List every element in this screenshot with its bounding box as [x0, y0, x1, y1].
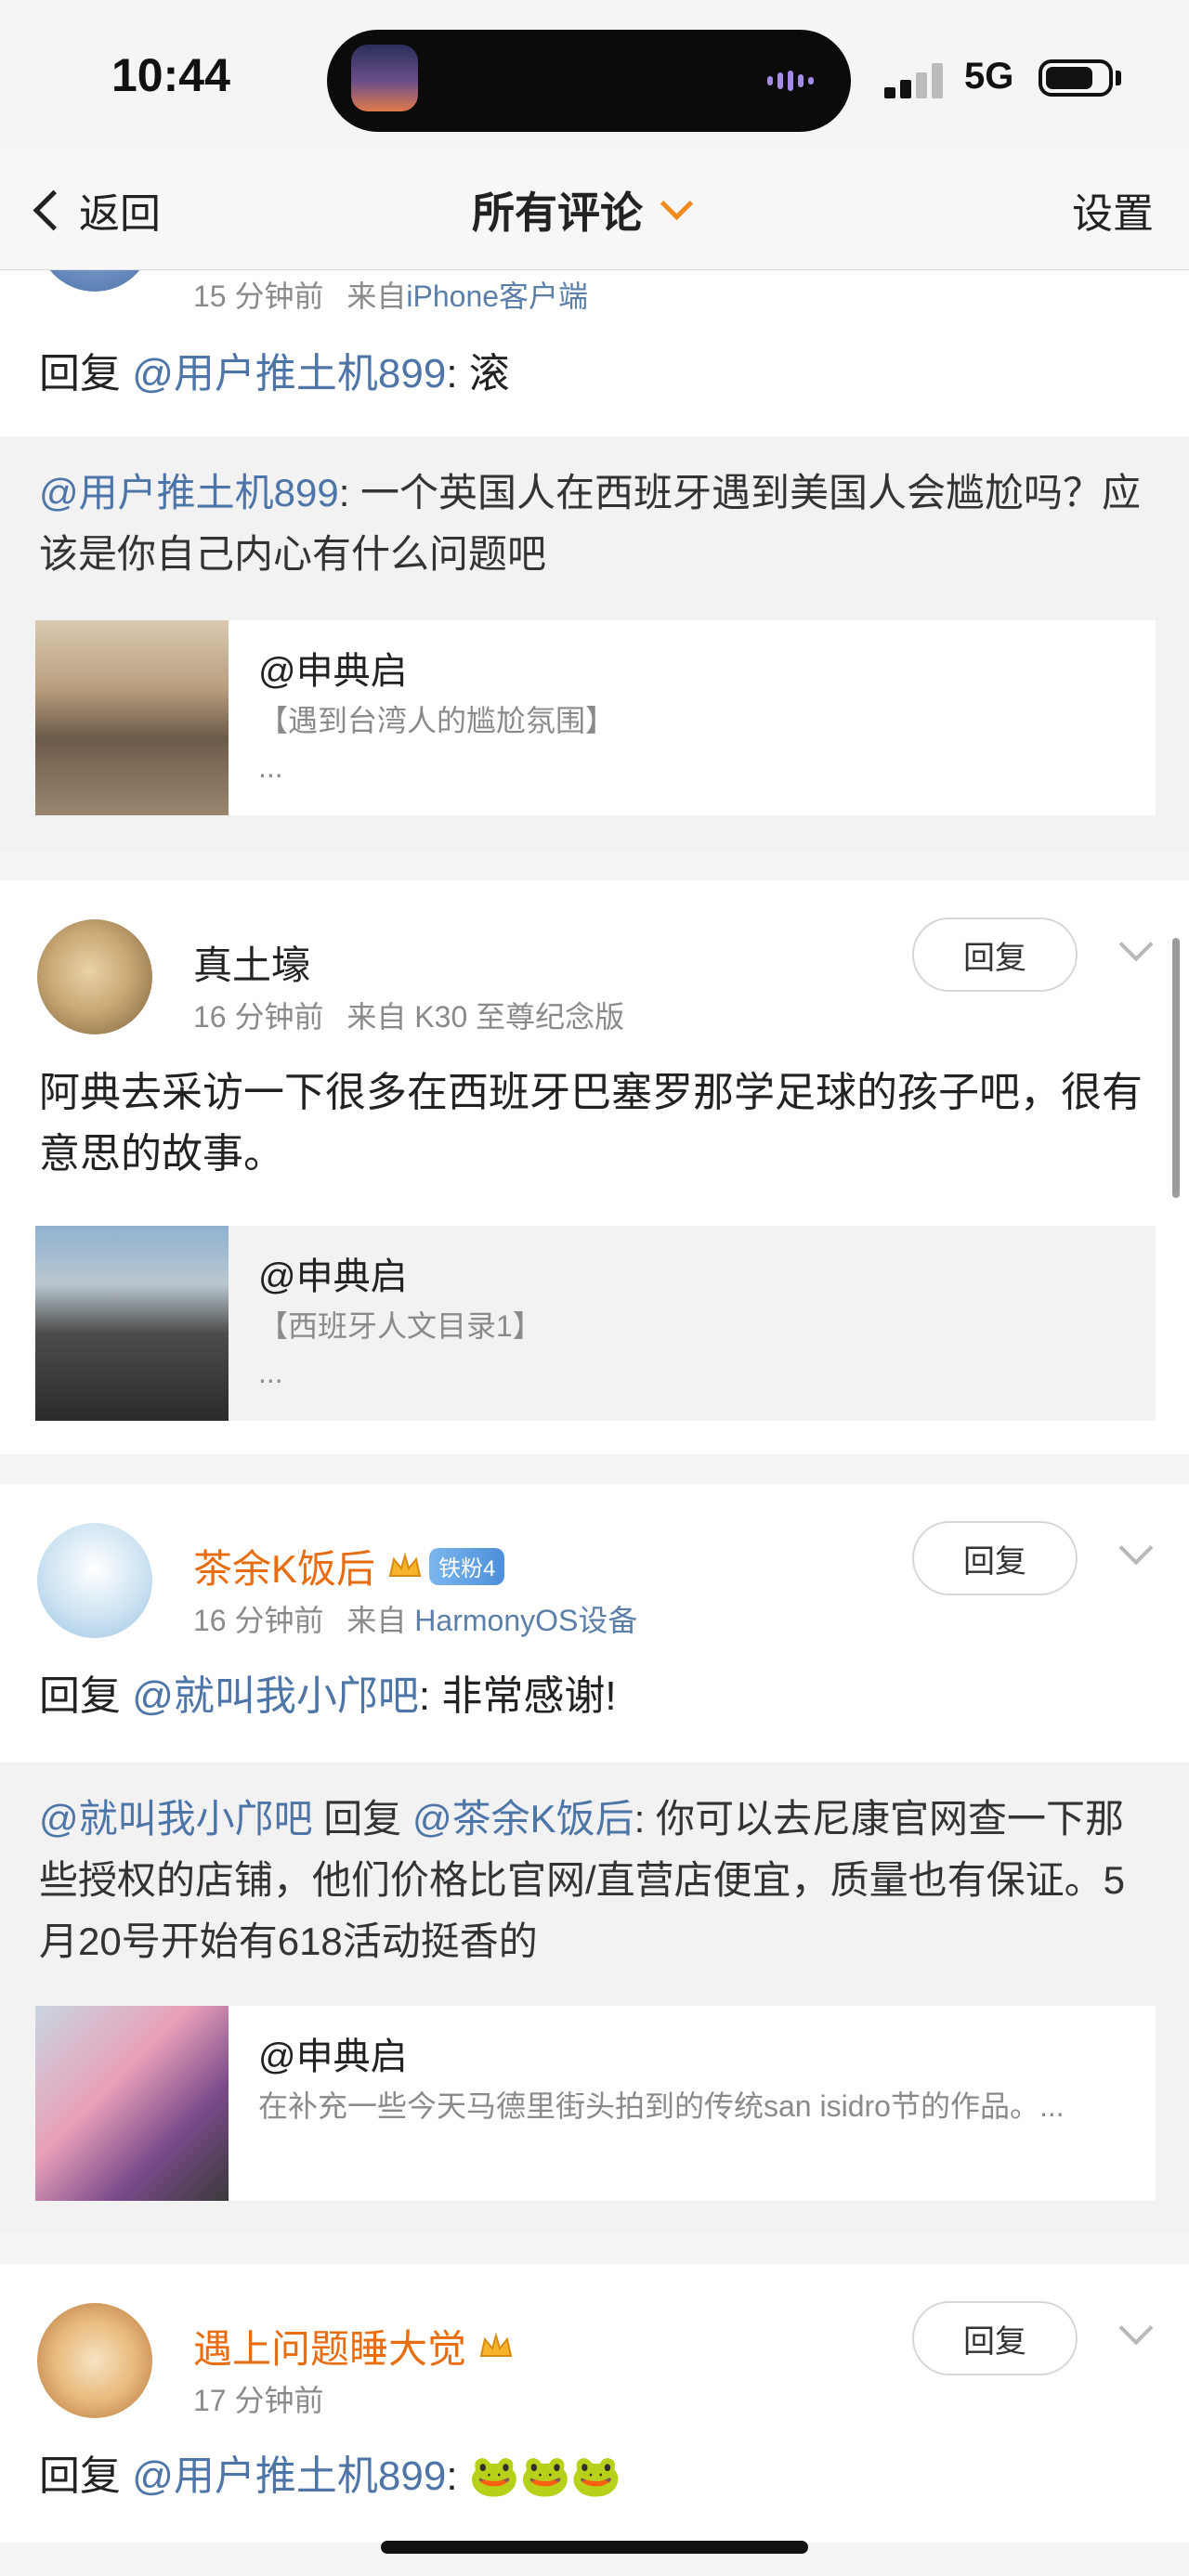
- comment-text: 阿典去采访一下很多在西班牙巴塞罗那学足球的孩子吧，很有意思的故事。: [39, 1070, 1143, 1177]
- comment-time: 16 分钟前: [193, 1000, 324, 1034]
- crown-icon: [388, 1551, 422, 1577]
- source-prefix: 来自: [346, 280, 407, 313]
- comment-meta: 16 分钟前 来自 K30 至尊纪念版: [193, 994, 624, 1036]
- back-button[interactable]: 返回: [30, 182, 161, 238]
- source-prefix: 来自: [346, 1000, 407, 1034]
- link-card-desc: 在补充一些今天马德里街头拍到的传统san isidro节的作品。...: [258, 2089, 1065, 2123]
- comment-time: 17 分钟前: [193, 2384, 324, 2417]
- comment-filter-dropdown[interactable]: 所有评论: [472, 182, 694, 238]
- scrollbar[interactable]: [1172, 938, 1180, 1198]
- comment-meta: 16 分钟前 来自 HarmonyOS设备: [193, 1597, 637, 1640]
- crown-icon: [479, 2331, 513, 2357]
- avatar[interactable]: [37, 1523, 152, 1638]
- link-card-thumbnail: [35, 620, 229, 815]
- link-card-author: @申典启: [258, 651, 408, 692]
- back-label: 返回: [79, 191, 161, 237]
- quoted-text: @用户推土机899: 一个英国人在西班牙遇到美国人会尴尬吗？应该是你自己内心有什…: [39, 462, 1154, 585]
- avatar[interactable]: [37, 919, 152, 1034]
- audio-wave-icon: [767, 71, 823, 91]
- network-type: 5G: [964, 56, 1014, 97]
- page-title: 所有评论: [472, 189, 643, 237]
- link-card[interactable]: @申典启 【遇到台湾人的尴尬氛围】 ...: [35, 620, 1156, 815]
- comment-source: HarmonyOS设备: [414, 1604, 638, 1637]
- comment-card: 茶余K饭后 铁粉4 16 分钟前 来自 HarmonyOS设备 回复 回复 @就…: [0, 1484, 1189, 1763]
- chevron-down-icon[interactable]: [1118, 1530, 1154, 1566]
- link-card-thumbnail: [35, 2006, 229, 2201]
- comment-meta: 15 分钟前 来自iPhone客户端: [193, 273, 588, 316]
- fan-badge[interactable]: 铁粉4: [429, 1547, 505, 1585]
- comment-body: : 非常感谢!: [418, 1673, 617, 1719]
- status-time: 10:44: [111, 49, 230, 101]
- link-card-ellipsis: ...: [258, 1356, 283, 1389]
- source-prefix: 来自: [346, 1604, 407, 1637]
- reply-button[interactable]: 回复: [912, 917, 1078, 992]
- comment-card: 遇上问题睡大觉 17 分钟前 回复 回复 @用户推土机899: 🐸🐸🐸: [0, 2264, 1189, 2543]
- comment-source: iPhone客户端: [406, 280, 589, 313]
- quoted-comment[interactable]: @就叫我小邝吧 回复 @茶余K饭后: 你可以去尼康官网查一下那些授权的店铺，他们…: [0, 1763, 1189, 2234]
- home-indicator[interactable]: [381, 2541, 808, 2554]
- settings-button[interactable]: 设置: [1072, 182, 1154, 238]
- comment-body: : 滚: [446, 351, 510, 397]
- quoted-comment[interactable]: @用户推土机899: 一个英国人在西班牙遇到美国人会尴尬吗？应该是你自己内心有什…: [0, 436, 1189, 852]
- mention-link[interactable]: @茶余K饭后: [412, 1797, 634, 1841]
- comment-source: K30 至尊纪念版: [414, 1000, 625, 1034]
- mention-link[interactable]: @用户推土机899: [132, 2453, 446, 2499]
- reply-prefix: 回复: [39, 1673, 121, 1719]
- chevron-down-icon[interactable]: [1118, 2310, 1154, 2346]
- reply-button[interactable]: 回复: [912, 2301, 1078, 2375]
- comment-card: 真土壕 16 分钟前 来自 K30 至尊纪念版 回复 阿典去采访一下很多在西班牙…: [0, 880, 1189, 1454]
- mention-link[interactable]: @用户推土机899: [39, 471, 339, 514]
- link-card-ellipsis: ...: [258, 750, 283, 784]
- quoted-text: @就叫我小邝吧 回复 @茶余K饭后: 你可以去尼康官网查一下那些授权的店铺，他们…: [39, 1789, 1154, 1972]
- comment-text: 回复 @用户推土机899: 滚: [39, 344, 510, 405]
- comment-time: 15 分钟前: [193, 280, 324, 313]
- user-name-row: 茶余K饭后 铁粉4: [193, 1538, 505, 1594]
- reply-prefix: 回复: [39, 351, 121, 397]
- user-name[interactable]: 茶余K饭后: [193, 1538, 375, 1594]
- link-card-author: @申典启: [258, 2036, 408, 2077]
- comment-text: 回复 @就叫我小邝吧: 非常感谢!: [39, 1666, 617, 1727]
- mention-link[interactable]: @就叫我小邝吧: [39, 1797, 313, 1841]
- quote-reply-word: 回复: [312, 1797, 412, 1841]
- battery-level: [1046, 67, 1092, 89]
- chevron-down-icon: [660, 187, 694, 220]
- comment-body: : 🐸🐸🐸: [446, 2453, 622, 2499]
- mention-link[interactable]: @用户推土机899: [132, 351, 446, 397]
- mention-link[interactable]: @就叫我小邝吧: [132, 1673, 419, 1719]
- link-card-thumbnail: [35, 1226, 229, 1421]
- link-card-desc: 【西班牙人文目录1】: [258, 1309, 542, 1343]
- chevron-left-icon: [33, 189, 74, 230]
- battery-cap: [1116, 71, 1121, 85]
- comment-text: 回复 @用户推土机899: 🐸🐸🐸: [39, 2446, 621, 2507]
- user-name[interactable]: 遇上问题睡大觉: [193, 2318, 466, 2374]
- reply-button[interactable]: 回复: [912, 1521, 1078, 1595]
- link-card[interactable]: @申典启 【西班牙人文目录1】 ...: [35, 1226, 1156, 1421]
- avatar[interactable]: [37, 2303, 152, 2418]
- user-name-row: 遇上问题睡大觉: [193, 2318, 515, 2374]
- link-card-desc: 【遇到台湾人的尴尬氛围】: [258, 704, 616, 737]
- chevron-down-icon[interactable]: [1118, 927, 1154, 962]
- comment-time: 16 分钟前: [193, 1604, 324, 1637]
- link-card-author: @申典启: [258, 1256, 408, 1297]
- link-card[interactable]: @申典启 在补充一些今天马德里街头拍到的传统san isidro节的作品。...: [35, 2006, 1156, 2201]
- cellular-signal-icon: [884, 61, 944, 98]
- now-playing-artwork-icon: [351, 45, 418, 111]
- user-name[interactable]: 真土壕: [193, 934, 310, 991]
- reply-prefix: 回复: [39, 2453, 121, 2499]
